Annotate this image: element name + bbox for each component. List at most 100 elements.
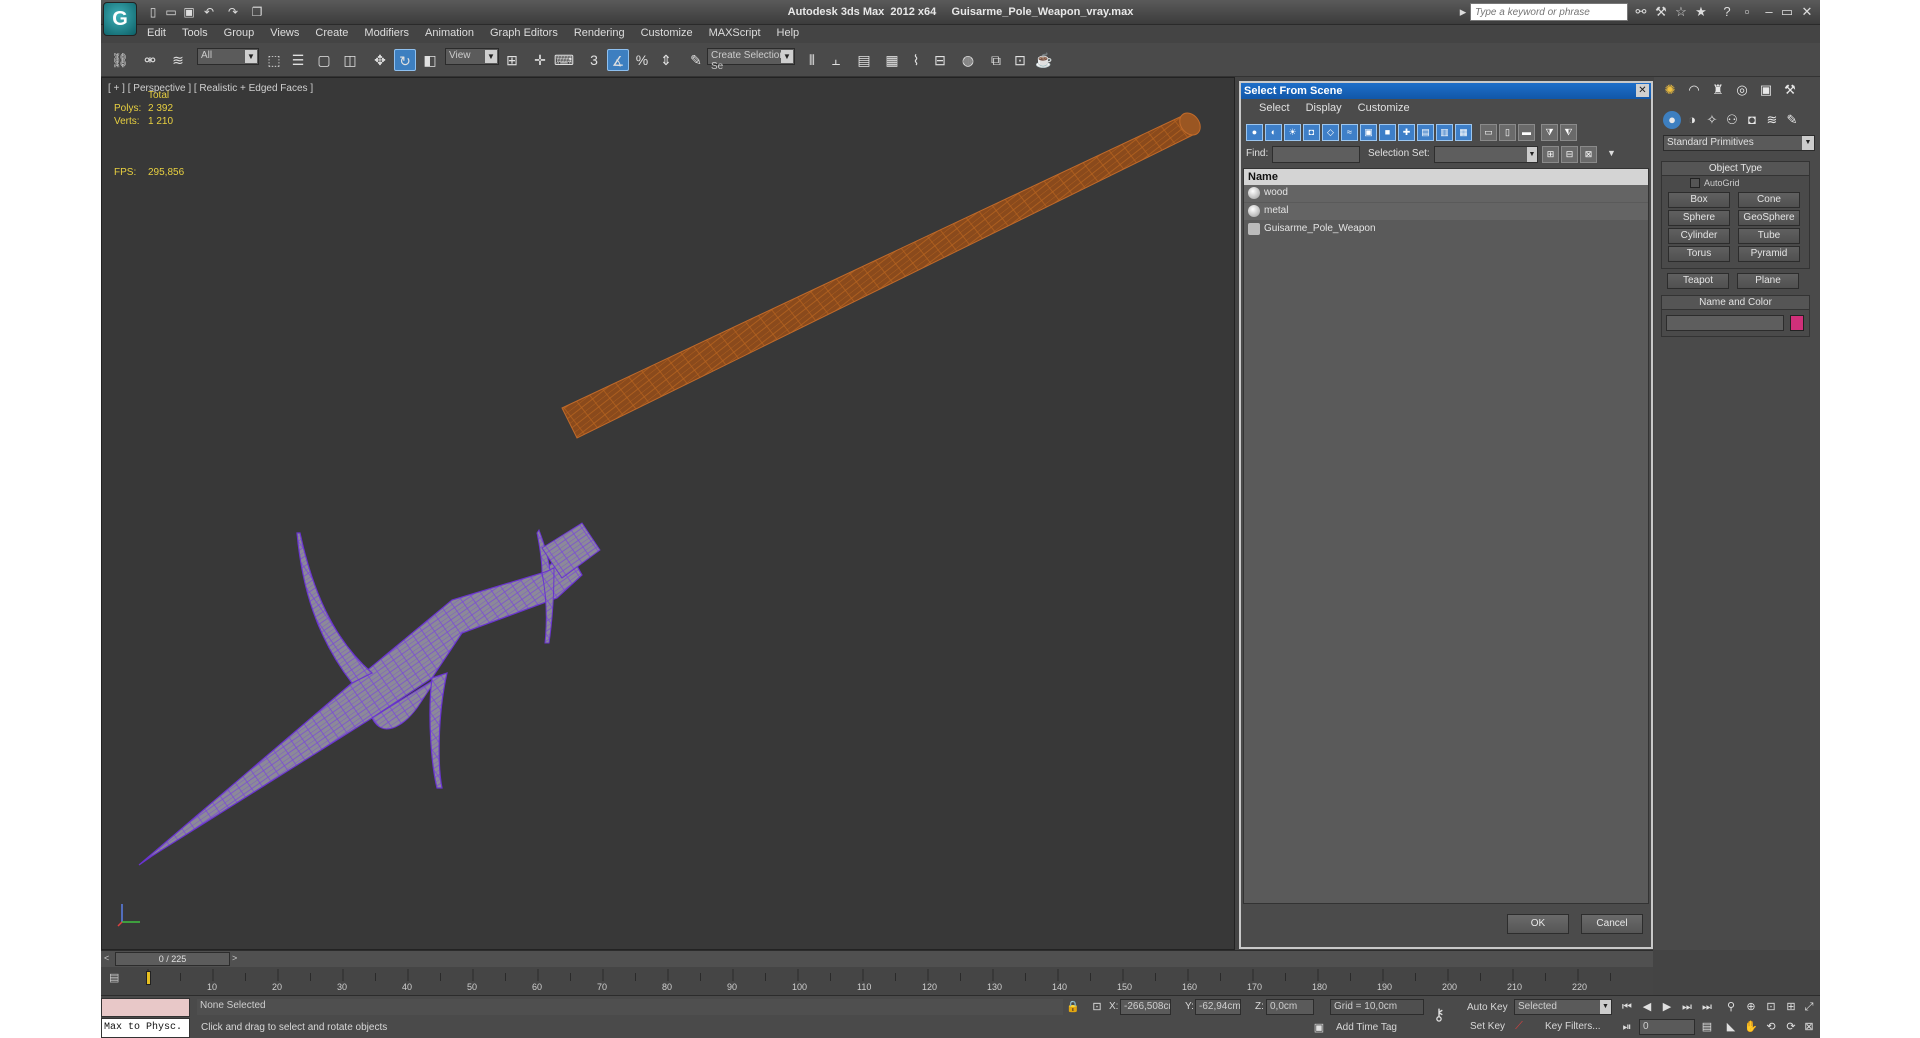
helpers-category-icon[interactable]: ◘ (1743, 111, 1761, 129)
dialog-menu-select[interactable]: Select (1251, 102, 1298, 114)
set-key-button[interactable]: Set Key (1470, 1021, 1505, 1032)
shapes-filter-icon[interactable]: ◐ (1265, 124, 1282, 141)
spacewarps-filter-icon[interactable]: ≈ (1341, 124, 1358, 141)
zoom-extents-icon[interactable]: ⊡ (1763, 999, 1779, 1015)
menu-views[interactable]: Views (262, 25, 307, 43)
set-key-icon[interactable]: ⟋ (1511, 1018, 1527, 1034)
cone-button[interactable]: Cone (1738, 192, 1800, 208)
filter-options-icon[interactable]: ⧨ (1560, 124, 1577, 141)
close-icon[interactable]: ✕ (1798, 3, 1816, 21)
utilities-tab-icon[interactable]: ⚒ (1781, 81, 1799, 99)
track-bar[interactable]: ▤ 10 20 30 40 50 60 70 80 90 100 110 120 130 140 150 16… (101, 967, 1653, 995)
snaps-toggle-icon[interactable]: 3 (583, 49, 605, 71)
selection-filter-dropdown[interactable]: All ▼ (197, 48, 259, 65)
unlink-icon[interactable]: ⚮ (139, 49, 161, 71)
display-tab-icon[interactable]: ▣ (1757, 81, 1775, 99)
modify-tab-icon[interactable]: ◠ (1685, 81, 1703, 99)
bones-filter-icon[interactable]: ✚ (1398, 124, 1415, 141)
slider-next-icon[interactable]: > (232, 953, 237, 963)
create-tab-icon[interactable]: ✺ (1661, 81, 1679, 99)
menu-modifiers[interactable]: Modifiers (356, 25, 417, 43)
torus-button[interactable]: Torus (1668, 246, 1730, 262)
lock-icon[interactable]: 🔒 (1065, 999, 1081, 1015)
angle-snap-icon[interactable]: ∡ (607, 49, 629, 71)
helpers-filter-icon[interactable]: ◇ (1322, 124, 1339, 141)
select-none-icon[interactable]: ▯ (1499, 124, 1516, 141)
scale-icon[interactable]: ◧ (419, 49, 441, 71)
sphere-button[interactable]: Sphere (1668, 210, 1730, 226)
list-item[interactable]: metal (1244, 203, 1648, 220)
object-color-swatch[interactable] (1790, 315, 1804, 331)
named-selection-dropdown[interactable]: Create Selection Se ▼ (707, 48, 795, 72)
cameras-filter-icon[interactable]: ◘ (1303, 124, 1320, 141)
render-setup-icon[interactable]: ⧉ (985, 49, 1007, 71)
maxscript-listener[interactable]: Max to Physc. (101, 1018, 190, 1038)
selection-set-dropdown[interactable]: ▼ (1434, 146, 1538, 163)
perspective-viewport[interactable]: [ + ] [ Perspective ] [ Realistic + Edge… (101, 77, 1235, 950)
auto-key-button[interactable]: Auto Key (1467, 1002, 1508, 1013)
autogrid-checkbox[interactable] (1690, 178, 1700, 188)
select-by-name-icon[interactable]: ☰ (287, 49, 309, 71)
key-filters-button[interactable]: Key Filters... (1545, 1021, 1601, 1032)
next-frame-icon[interactable]: ⏭ (1679, 999, 1695, 1015)
selection-set-add-icon[interactable]: ⊞ (1542, 146, 1559, 163)
groups-filter-icon[interactable]: ▣ (1360, 124, 1377, 141)
menu-rendering[interactable]: Rendering (566, 25, 633, 43)
restore-icon[interactable]: ▫ (1738, 3, 1756, 21)
xrefs-filter-icon[interactable]: ■ (1379, 124, 1396, 141)
mirror-icon[interactable]: ⫴ (801, 49, 823, 71)
name-color-header[interactable]: Name and Color (1662, 296, 1809, 310)
name-column-header[interactable]: Name (1244, 169, 1648, 185)
slider-prev-icon[interactable]: < (104, 953, 109, 963)
star-icon[interactable]: ★ (1692, 3, 1710, 21)
previous-frame-icon[interactable]: ◀ (1639, 999, 1655, 1015)
walk-through-icon[interactable]: ⟳ (1783, 1019, 1799, 1035)
pan-icon[interactable]: ✋ (1743, 1019, 1759, 1035)
cylinder-button[interactable]: Cylinder (1668, 228, 1730, 244)
binoculars-icon[interactable]: ⚯ (1632, 3, 1650, 21)
menu-customize[interactable]: Customize (633, 25, 701, 43)
containers-filter-icon[interactable]: ▤ (1417, 124, 1434, 141)
selection-set-remove-icon[interactable]: ⊟ (1561, 146, 1578, 163)
options-arrow-icon[interactable]: ▼ (1607, 148, 1616, 158)
align-icon[interactable]: ⫠ (825, 49, 847, 71)
find-input[interactable] (1272, 146, 1360, 163)
pyramid-button[interactable]: Pyramid (1738, 246, 1800, 262)
key-icon[interactable]: ⚷ (1431, 1008, 1447, 1024)
rotate-icon[interactable]: ↻ (394, 49, 416, 71)
go-to-end-icon[interactable]: ⏭ (1699, 999, 1715, 1015)
search-input[interactable] (1470, 3, 1628, 21)
object-name-input[interactable] (1666, 315, 1784, 331)
select-all-icon[interactable]: ▭ (1480, 124, 1497, 141)
time-slider-thumb[interactable]: 0 / 225 (115, 952, 230, 966)
time-marker[interactable] (146, 971, 151, 985)
menu-group[interactable]: Group (216, 25, 263, 43)
spinner-snap-icon[interactable]: ⇕ (655, 49, 677, 71)
select-invert-icon[interactable]: ▬ (1518, 124, 1535, 141)
move-icon[interactable]: ✥ (369, 49, 391, 71)
lights-category-icon[interactable]: ✧ (1703, 111, 1721, 129)
time-config-icon[interactable]: ▤ (1699, 1019, 1715, 1035)
select-object-icon[interactable]: ⬚ (263, 49, 285, 71)
box-button[interactable]: Box (1668, 192, 1730, 208)
menu-help[interactable]: Help (769, 25, 808, 43)
key-mode-dropdown[interactable]: Selected ▼ (1514, 999, 1612, 1015)
hierarchy-tab-icon[interactable]: ♜ (1709, 81, 1727, 99)
maximize-icon[interactable]: ▭ (1778, 3, 1796, 21)
selection-set-edit-icon[interactable]: ⊠ (1580, 146, 1597, 163)
layer-manager-icon[interactable]: ▤ (853, 49, 875, 71)
max-toggle-icon[interactable]: ⊠ (1801, 1019, 1817, 1035)
key-mode-toggle-icon[interactable]: ⏯ (1619, 1019, 1635, 1035)
cameras-category-icon[interactable]: ⚇ (1723, 111, 1741, 129)
zoom-icon[interactable]: ⚲ (1723, 999, 1739, 1015)
dialog-menu-display[interactable]: Display (1298, 102, 1350, 114)
reference-coord-dropdown[interactable]: View ▼ (445, 48, 499, 65)
frozen-filter-icon[interactable]: ▥ (1436, 124, 1453, 141)
maxscript-listener-top[interactable] (101, 998, 190, 1017)
maximize-viewport-icon[interactable]: ⤢ (1801, 999, 1817, 1015)
geometry-filter-icon[interactable]: ● (1246, 124, 1263, 141)
app-logo-icon[interactable]: G (103, 2, 137, 36)
z-coordinate-field[interactable]: 0,0cm (1266, 999, 1314, 1015)
link-icon[interactable]: ⛓ (109, 49, 131, 71)
material-editor-icon[interactable]: ◍ (957, 49, 979, 71)
